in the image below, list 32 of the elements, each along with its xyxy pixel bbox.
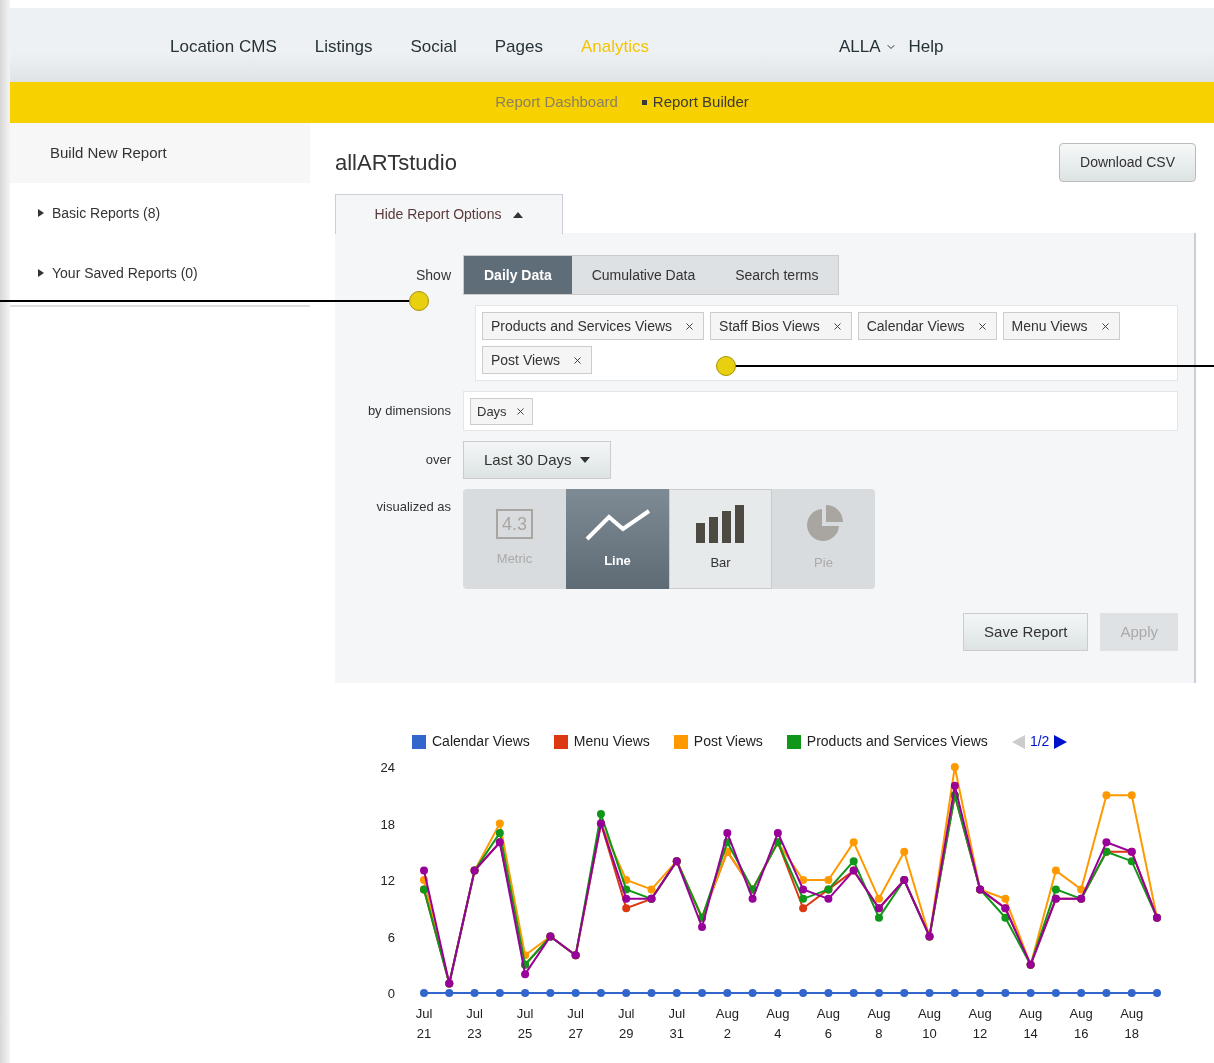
- y-axis-label: 12: [380, 873, 395, 888]
- y-axis-label: 6: [387, 929, 395, 945]
- y-axis-label: 0: [387, 986, 395, 1001]
- x-axis-label: Jul 21: [415, 1006, 433, 1041]
- metric-icon: 4.3: [496, 509, 533, 540]
- visualized-label: visualized as: [375, 498, 452, 516]
- x-axis-label: Aug 14: [1019, 1006, 1043, 1041]
- x-axis-label: Jul 31: [668, 1006, 686, 1041]
- x-axis-label: Jul 27: [567, 1006, 584, 1041]
- dimensions-label: by dimensions: [366, 402, 452, 421]
- x-axis-label: Aug 16: [1069, 1006, 1093, 1041]
- sidebar-header: Build New Report: [10, 123, 310, 183]
- x-axis-label: Aug 12: [968, 1006, 992, 1041]
- x-axis-label: Aug 6: [816, 1006, 840, 1041]
- report-title: allARTstudio: [335, 149, 457, 177]
- legend-label: Calendar Views: [432, 732, 530, 751]
- x-axis-label: Aug 4: [766, 1006, 790, 1041]
- x-axis-label: Jul 25: [516, 1006, 534, 1041]
- x-axis-label: Jul 29: [617, 1006, 635, 1041]
- legend-label: Products and Services Views: [806, 732, 988, 751]
- legend-label: Menu Views: [573, 732, 650, 751]
- x-axis-label: Aug 2: [715, 1006, 739, 1041]
- over-label: over: [424, 451, 452, 470]
- x-axis-label: Jul 23: [466, 1006, 483, 1041]
- show-label: Show: [414, 265, 452, 285]
- y-axis-label: 18: [380, 816, 395, 832]
- x-axis-label: Aug 8: [867, 1006, 891, 1041]
- legend-label: Post Views: [693, 732, 763, 751]
- y-axis-label: 24: [380, 760, 395, 775]
- x-axis-label: Aug 18: [1120, 1006, 1144, 1041]
- x-axis-label: Aug 10: [917, 1006, 942, 1041]
- legend-page-indicator: 1/2: [1029, 732, 1050, 751]
